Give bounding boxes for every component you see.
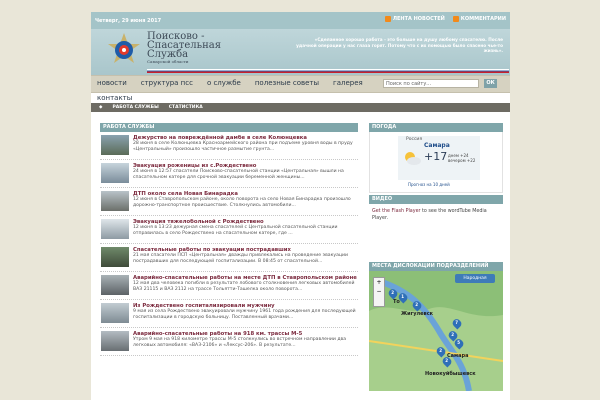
news-thumbnail[interactable] (101, 275, 129, 295)
video-header: ВИДЕО (369, 195, 503, 204)
list-item[interactable]: Из Рождествено госпитализировали мужчину… (100, 300, 358, 328)
home-icon[interactable]: ◆ (99, 105, 102, 110)
sub-nav: ◆ РАБОТА СЛУЖБЫ СТАТИСТИКА (91, 103, 510, 112)
top-bar: Четверг, 29 июня 2017 ЛЕНТА НОВОСТЕЙ КОМ… (91, 12, 510, 29)
zoom-out-button[interactable]: − (374, 287, 384, 296)
nav-item-structure[interactable]: структура псс (141, 79, 193, 87)
list-item[interactable]: Спасательные работы по эвакуации пострад… (100, 244, 358, 272)
current-date: Четверг, 29 июня 2017 (95, 18, 162, 24)
rss-news-link[interactable]: ЛЕНТА НОВОСТЕЙ (384, 16, 445, 22)
page-title[interactable]: контакты (97, 94, 132, 102)
subnav-item-work[interactable]: РАБОТА СЛУЖБЫ (112, 105, 158, 110)
rss-icon (384, 16, 391, 22)
nav-item-gallery[interactable]: галерея (333, 79, 363, 87)
weather-header: ПОГОДА (369, 123, 503, 132)
pin-count: 2 (391, 290, 395, 296)
map-label: Новокуйбышевск (425, 371, 476, 377)
pin-count: 2 (415, 302, 419, 308)
map-label: Жигулевск (401, 311, 434, 317)
header-slogan: «Сделанное хорошо работа - это больше на… (296, 37, 503, 53)
map-header: МЕСТА ДИСЛОКАЦИИ ПОДРАЗДЕЛЕНИЙ (369, 262, 503, 271)
pin-count: 2 (445, 358, 449, 364)
news-thumbnail[interactable] (101, 247, 129, 267)
news-thumbnail[interactable] (101, 303, 129, 323)
weather-widget[interactable]: Россия Самара +17 днем +24 вечером +22 П… (369, 132, 503, 193)
site-header: Поисково - Спасательная Служба Самарской… (91, 29, 510, 75)
list-item[interactable]: Эвакуация роженицы из с.Рождествено 24 ию… (100, 160, 358, 188)
news-desc: 12 июня в Ставропольском районе, около п… (133, 197, 351, 208)
weather-temp: +17 (424, 150, 448, 163)
map-widget[interactable]: + − Народная Жигулевск Самара Новокуйбыше… (369, 271, 503, 391)
pin-count: 5 (457, 340, 461, 346)
news-desc: 28 июня в селе Колюнцевка Красноармейско… (133, 141, 353, 152)
rss-comments-label: КОММЕНТАРИИ (460, 16, 506, 22)
weather-evening: вечером +22 (448, 158, 476, 163)
sidebar: ПОГОДА Россия Самара +17 днем +24 вечеро… (369, 123, 503, 391)
news-desc: 24 июня в 12:57 спасатели Поисково-спаса… (133, 169, 344, 180)
list-item[interactable]: Аварийно-спасательные работы на 918 км. … (100, 328, 358, 356)
news-thumbnail[interactable] (101, 191, 129, 211)
nav-item-news[interactable]: новости (97, 79, 127, 87)
list-item[interactable]: Дежурство на повреждённой дамбе в селе К… (100, 132, 358, 160)
emblem-icon[interactable] (105, 32, 143, 70)
weather-forecast: днем +24 вечером +22 (448, 153, 475, 163)
map-zoom-control[interactable]: + − (373, 277, 385, 307)
weather-forecast-link[interactable]: Прогноз на 10 дней (408, 182, 450, 187)
news-thumbnail[interactable] (101, 331, 129, 351)
news-desc: Утром 9 мая на 918 километре трассы М-5 … (133, 337, 347, 348)
news-thumbnail[interactable] (101, 135, 129, 155)
logo-line: Служба (147, 49, 189, 60)
news-thumbnail[interactable] (101, 163, 129, 183)
search-button[interactable]: ОК (484, 79, 497, 88)
rss-comments-link[interactable]: КОММЕНТАРИИ (452, 16, 506, 22)
weather-country: Россия (406, 137, 423, 142)
list-item[interactable]: ДТП около села Новая Бинарадка 12 июня в … (100, 188, 358, 216)
rss-links: ЛЕНТА НОВОСТЕЙ КОММЕНТАРИИ (384, 16, 506, 22)
news-desc: 12 мая два человека погибли в результате… (133, 281, 355, 292)
subnav-item-statistics[interactable]: СТАТИСТИКА (169, 105, 203, 110)
pin-count: 2 (439, 348, 443, 354)
logo-subtitle: Самарской области (147, 59, 189, 64)
news-desc: 9 мая из села Рождествено эвакуировали м… (133, 309, 356, 320)
flash-player-link[interactable]: Get the Flash Player (372, 209, 421, 214)
weather-city: Самара (424, 142, 450, 149)
map-type-button[interactable]: Народная (455, 274, 495, 283)
site-logo[interactable]: Поисково - Спасательная Служба Самарской… (147, 32, 221, 65)
list-item[interactable]: Эвакуация тяжелобольной с Рождествено 12 … (100, 216, 358, 244)
news-thumbnail[interactable] (101, 219, 129, 239)
pin-count: 2 (451, 332, 455, 338)
rss-icon (452, 16, 459, 22)
nav-item-tips[interactable]: полезные советы (255, 79, 319, 87)
news-desc: 21 мая спасатели ПСП «Центральная» дважд… (133, 253, 349, 264)
flag-stripe (147, 69, 509, 73)
list-item[interactable]: Аварийно-спасательные работы на месте ДТ… (100, 272, 358, 300)
page: Четверг, 29 июня 2017 ЛЕНТА НОВОСТЕЙ КОМ… (91, 12, 510, 400)
rss-news-label: ЛЕНТА НОВОСТЕЙ (392, 16, 445, 22)
pin-count: 1 (401, 294, 405, 300)
search-input[interactable]: Поиск по сайту... (383, 79, 479, 88)
section-header: РАБОТА СЛУЖБЫ (100, 123, 358, 132)
news-column: РАБОТА СЛУЖБЫ Дежурство на повреждённой … (100, 123, 358, 356)
video-widget: Get the Flash Player to see the wordTube… (369, 204, 503, 262)
pin-count: 7 (455, 320, 459, 326)
zoom-in-button[interactable]: + (374, 278, 384, 287)
nav-item-about[interactable]: о службе (207, 79, 241, 87)
cloud-sun-icon (405, 152, 421, 165)
news-desc: 12 июня в 13:23 дежурная смена спасателе… (133, 225, 338, 236)
main-nav: новости структура псс о службе полезные … (91, 75, 510, 93)
